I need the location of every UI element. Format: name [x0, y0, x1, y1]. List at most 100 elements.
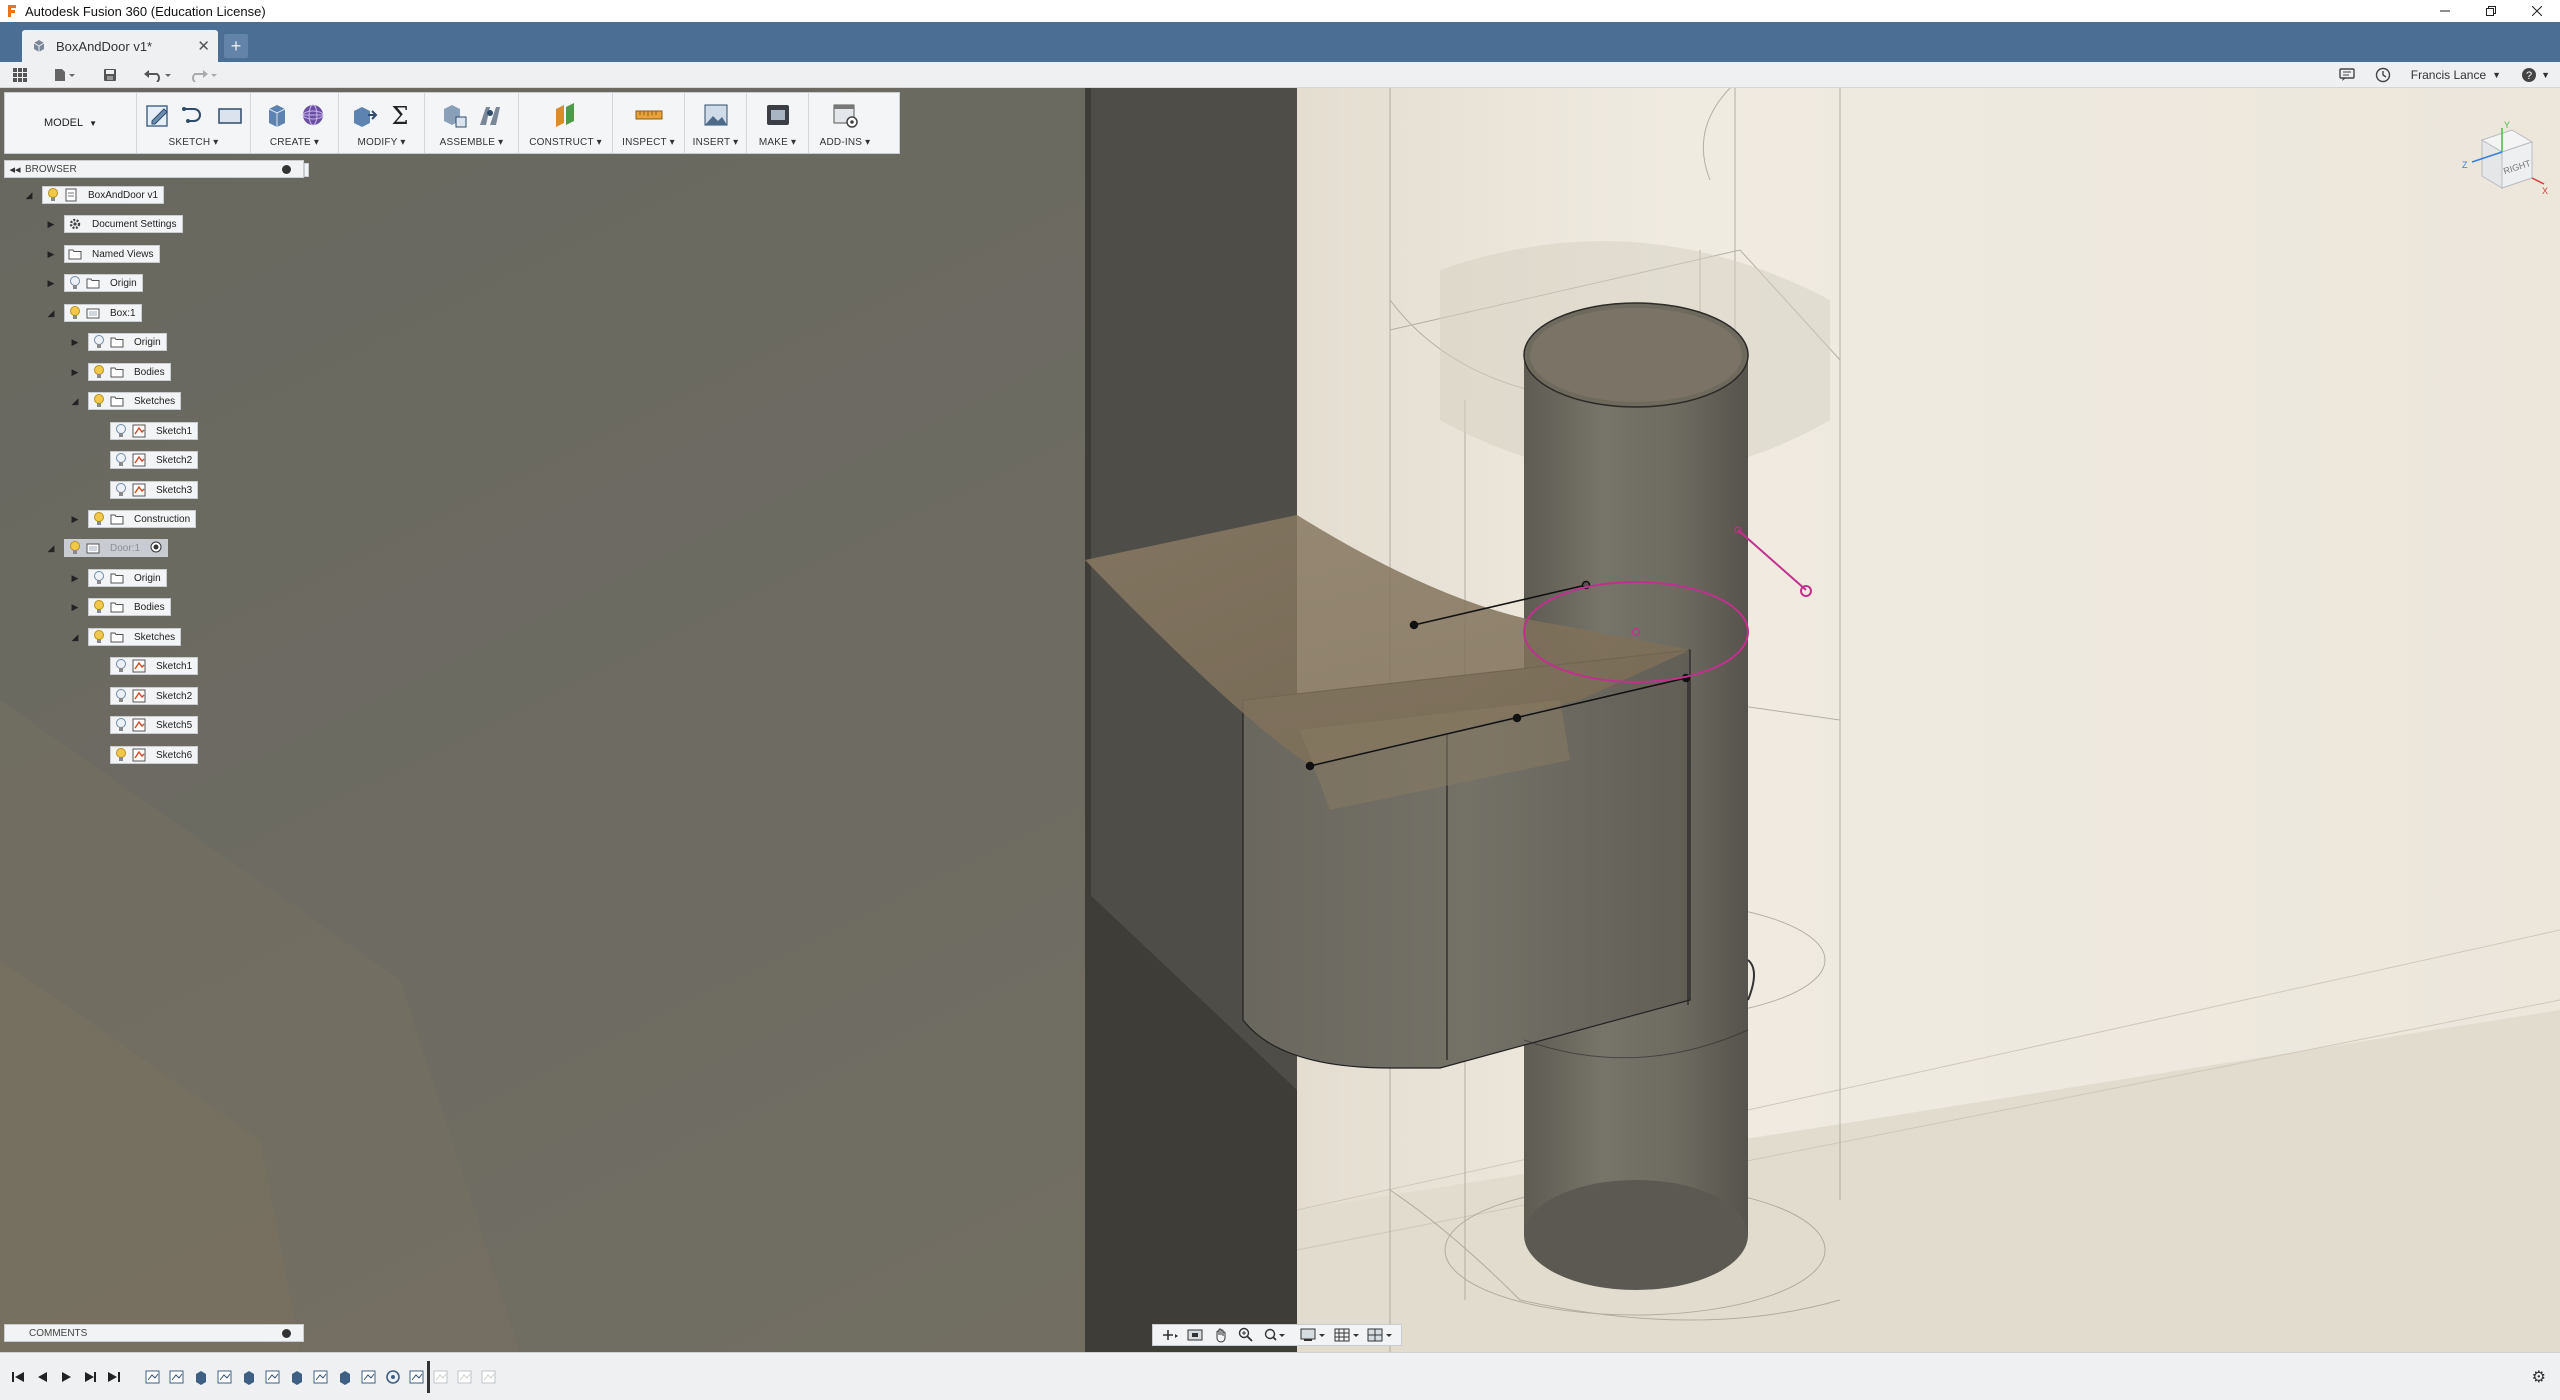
bulb-off-icon[interactable] — [114, 718, 128, 732]
browser-node[interactable]: ▶ Bodies — [70, 363, 171, 381]
user-menu[interactable]: Francis Lance ▼ — [2411, 68, 2501, 82]
browser-node[interactable]: ▶ Named Views — [46, 245, 160, 263]
pin-panel-icon[interactable] — [282, 1328, 291, 1338]
redo-icon[interactable] — [186, 65, 222, 85]
undo-icon[interactable] — [140, 65, 176, 85]
browser-node-chip[interactable]: Origin — [88, 333, 167, 351]
inspect-menu[interactable]: INSPECT ▾ — [622, 137, 675, 148]
expand-arrow-icon[interactable]: ▶ — [70, 367, 80, 377]
pan-icon[interactable] — [1210, 1326, 1232, 1344]
browser-node-chip[interactable]: BoxAndDoor v1 — [42, 186, 165, 204]
create-sketch-icon[interactable] — [143, 100, 173, 130]
close-icon[interactable] — [2514, 0, 2560, 22]
timeline-extrude-icon[interactable] — [336, 1367, 354, 1387]
go-to-end-icon[interactable] — [104, 1367, 124, 1387]
bulb-off-icon[interactable] — [92, 571, 106, 585]
browser-node-chip[interactable]: Sketch2 — [110, 687, 199, 705]
go-to-start-icon[interactable] — [8, 1367, 28, 1387]
rectangle-icon[interactable] — [215, 100, 245, 130]
expand-arrow-icon[interactable]: ▶ — [70, 514, 80, 524]
expand-arrow-icon[interactable]: ▶ — [70, 337, 80, 347]
bulb-icon[interactable] — [92, 630, 106, 644]
browser-node[interactable]: Sketch1 — [92, 422, 199, 440]
browser-node[interactable]: ◢ Box:1 — [46, 304, 142, 322]
browser-node-chip[interactable]: Box:1 — [64, 304, 142, 322]
browser-node-chip[interactable]: Sketch1 — [110, 422, 199, 440]
browser-node[interactable]: ▶ Construction — [70, 510, 197, 528]
construct-menu[interactable]: CONSTRUCT ▾ — [529, 137, 602, 148]
job-status-icon[interactable] — [2339, 68, 2355, 82]
timeline-sketch-icon[interactable] — [144, 1367, 162, 1387]
browser-node-chip[interactable]: Origin — [88, 569, 167, 587]
collapse-arrow-icon[interactable]: ◢ — [70, 632, 80, 642]
browser-node[interactable]: ▶ Origin — [46, 274, 143, 292]
bulb-icon[interactable] — [92, 394, 106, 408]
browser-node[interactable]: ▶ Origin — [70, 569, 167, 587]
timeline-sketch-icon[interactable] — [360, 1367, 378, 1387]
active-component-radio-icon[interactable] — [150, 541, 162, 556]
browser-node[interactable]: Sketch5 — [92, 716, 199, 734]
zoom-icon[interactable] — [1236, 1326, 1258, 1344]
timeline-sketch-icon[interactable] — [408, 1367, 426, 1387]
press-pull-icon[interactable] — [349, 100, 379, 130]
browser-panel-header[interactable]: ◂◂ BROWSER — [4, 160, 309, 178]
fit-view-icon[interactable] — [1261, 1326, 1286, 1344]
joint-icon[interactable] — [475, 100, 505, 130]
addins-menu[interactable]: ADD-INS ▾ — [820, 137, 871, 148]
browser-node-chip[interactable]: Sketch2 — [110, 451, 199, 469]
browser-node[interactable]: ▶ Bodies — [70, 598, 171, 616]
browser-node-chip[interactable]: Named Views — [64, 245, 160, 263]
history-clock-icon[interactable] — [2375, 67, 2391, 83]
expand-arrow-icon[interactable]: ▶ — [46, 249, 56, 259]
bulb-off-icon[interactable] — [92, 335, 106, 349]
measure-icon[interactable] — [634, 100, 664, 130]
timeline-sketch-icon[interactable] — [264, 1367, 282, 1387]
timeline-sketch-icon[interactable] — [216, 1367, 234, 1387]
bulb-icon[interactable] — [68, 306, 82, 320]
timeline-extrude-icon[interactable] — [288, 1367, 306, 1387]
browser-node-chip[interactable]: Construction — [88, 510, 197, 528]
browser-node-chip[interactable]: Origin — [64, 274, 143, 292]
browser-node[interactable]: ◢ Sketches — [70, 392, 182, 410]
scripts-icon[interactable] — [830, 100, 860, 130]
data-panel-icon[interactable] — [10, 65, 30, 85]
insert-menu[interactable]: INSERT ▾ — [693, 137, 739, 148]
comments-panel-header[interactable]: COMMENTS — [4, 1324, 304, 1342]
collapse-arrow-icon[interactable]: ◢ — [24, 190, 34, 200]
workspace-switcher[interactable]: MODEL ▼ — [5, 93, 137, 153]
browser-node[interactable]: ▶ Origin — [70, 333, 167, 351]
collapse-arrow-icon[interactable]: ◢ — [70, 396, 80, 406]
browser-node[interactable]: ◢ Sketches — [70, 628, 182, 646]
bulb-icon[interactable] — [92, 365, 106, 379]
collapse-arrow-icon[interactable]: ◢ — [46, 543, 56, 553]
parameters-icon[interactable]: Σ — [385, 100, 415, 130]
timeline-extrude-icon[interactable] — [192, 1367, 210, 1387]
view-cube[interactable]: RIGHT Y Z X — [2460, 118, 2550, 198]
browser-node-chip[interactable]: Bodies — [88, 363, 171, 381]
expand-arrow-icon[interactable]: ▶ — [46, 278, 56, 288]
assemble-menu[interactable]: ASSEMBLE ▾ — [440, 137, 504, 148]
file-menu-icon[interactable] — [50, 65, 78, 85]
browser-node[interactable]: ◢ BoxAndDoor v1 — [24, 186, 165, 204]
browser-node[interactable]: Sketch2 — [92, 687, 199, 705]
step-back-icon[interactable] — [32, 1367, 52, 1387]
viewports-icon[interactable] — [1366, 1326, 1395, 1344]
bulb-off-icon[interactable] — [114, 453, 128, 467]
expand-arrow-icon[interactable]: ▶ — [70, 602, 80, 612]
bulb-off-icon[interactable] — [114, 659, 128, 673]
timeline-joint-icon[interactable] — [384, 1367, 402, 1387]
timeline-sketch-icon[interactable] — [168, 1367, 186, 1387]
timeline-sketch-icon[interactable] — [312, 1367, 330, 1387]
browser-node-chip[interactable]: Sketches — [88, 392, 182, 410]
bulb-icon[interactable] — [92, 600, 106, 614]
help-menu[interactable]: ? ▼ — [2521, 67, 2550, 83]
create-menu[interactable]: CREATE ▾ — [270, 137, 319, 148]
minimize-icon[interactable] — [2422, 0, 2468, 22]
collapse-panel-icon[interactable]: ◂◂ — [5, 163, 25, 176]
extrude-icon[interactable] — [262, 100, 292, 130]
timeline-marker[interactable] — [427, 1361, 430, 1393]
browser-node[interactable]: Sketch1 — [92, 657, 199, 675]
new-tab-button[interactable]: + — [224, 34, 248, 58]
bulb-icon[interactable] — [46, 188, 60, 202]
browser-node-chip[interactable]: Sketch3 — [110, 481, 199, 499]
